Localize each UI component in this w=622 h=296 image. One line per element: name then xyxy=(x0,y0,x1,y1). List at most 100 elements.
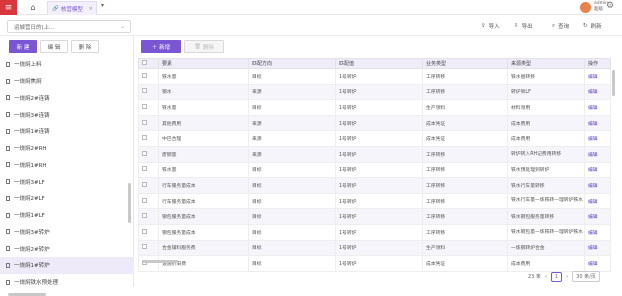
table-row[interactable]: 钢包服务量成本 目标 1号转炉 工序转移 铁水钢包服务量转移 编辑 xyxy=(138,208,611,225)
tree-item[interactable]: 一烧焖2#连铸 xyxy=(0,90,134,107)
table-scrollbar[interactable] xyxy=(612,70,615,96)
row-checkbox[interactable] xyxy=(142,150,147,156)
table-row[interactable]: 行车服务量成本 目标 1号转炉 工序转移 铁水行车量转移 编辑 xyxy=(138,177,611,194)
query-button[interactable]: ⌕ 查询 xyxy=(552,20,569,32)
refresh-label: 刷新 xyxy=(590,24,602,30)
table-cell: 成本费用 xyxy=(507,255,585,272)
row-edit-link[interactable]: 编辑 xyxy=(584,239,611,257)
table-row[interactable]: 铁水量 目标 1号转炉 工序转移 铁水预处理到转炉 编辑 xyxy=(138,161,611,179)
table-cell: 钢包服务量成本 xyxy=(158,208,249,225)
refresh-button[interactable]: ↻ 刷新 xyxy=(583,20,602,32)
table-row[interactable]: 行车服务量成本 目标 1号转炉 工序转移 铁水行车量—炼铁转—理转炉铁水 编辑 xyxy=(138,192,611,210)
scrollbar[interactable] xyxy=(128,183,131,223)
column-header[interactable]: 匹配方向 xyxy=(248,58,336,69)
table-cell: 目标 xyxy=(248,255,336,272)
table-row[interactable]: 中巴合理 来源 1号转炉 成本凭证 成本费用 编辑 xyxy=(138,130,611,147)
home-icon[interactable]: ⌂ xyxy=(27,2,39,13)
table-row[interactable]: 钢包服务量成本 目标 1号转炉 工序转移 铁水钢包量—炼铁转—理转炉铁水 编辑 xyxy=(138,223,611,241)
next-page-button[interactable]: › xyxy=(566,274,568,280)
edit-button[interactable]: 编 辑 xyxy=(40,40,68,53)
select-all-checkbox[interactable] xyxy=(142,60,147,65)
table-row[interactable]: 废钢量 来源 1号转炉 工序转移 转炉转入RH记费用转移 编辑 xyxy=(138,145,611,163)
row-edit-link[interactable]: 编辑 xyxy=(584,177,611,194)
row-checkbox[interactable] xyxy=(142,119,147,125)
table-cell: 来源 xyxy=(248,130,336,147)
table-cell: 目标 xyxy=(248,208,336,225)
row-edit-link[interactable]: 编辑 xyxy=(584,83,611,101)
table-cell: 生产领料 xyxy=(422,239,508,257)
tree-item[interactable]: 一烧焖3#连铸 xyxy=(0,106,134,123)
row-edit-link[interactable]: 编辑 xyxy=(584,223,611,241)
gear-icon[interactable]: ⚙ xyxy=(606,1,614,11)
tree-item[interactable]: 一烧焖2#LF xyxy=(0,190,134,207)
import-button[interactable]: ⇪ 导入 xyxy=(481,20,500,32)
column-header[interactable]: 来源类型 xyxy=(507,58,585,69)
row-edit-link[interactable]: 编辑 xyxy=(584,145,611,163)
table-cell: 目标 xyxy=(248,192,336,210)
row-edit-link[interactable]: 编辑 xyxy=(584,208,611,225)
tree-item[interactable]: 一烧焖1#连铸 xyxy=(0,123,134,140)
tree-item[interactable]: 一烧焖2#转炉 xyxy=(0,240,134,257)
table-row[interactable]: 其他费用 来源 1号转炉 成本凭证 成本费用 编辑 xyxy=(138,114,611,132)
close-icon[interactable]: × xyxy=(88,6,93,12)
table-row[interactable]: 设施折旧费 目标 1号转炉 成本凭证 成本费用 编辑 xyxy=(138,255,611,272)
tree-item-label: 一烧焖1#连铸 xyxy=(14,129,50,136)
row-checkbox[interactable] xyxy=(142,88,147,94)
table-horizontal-scrollbar[interactable] xyxy=(142,260,178,263)
table-row[interactable]: 合金辅料服务费 目标 1号转炉 生产领料 一炼钢转炉合金 编辑 xyxy=(138,239,611,257)
hamburger-icon[interactable]: ≡ xyxy=(0,0,17,15)
column-header[interactable]: 要素 xyxy=(158,58,249,69)
factory-select[interactable]: 运城营日的(上... ⌄ xyxy=(7,20,131,33)
row-checkbox[interactable] xyxy=(142,181,147,187)
table-row[interactable]: 铁水量 目标 1号转炉 生产领料 材料领用 编辑 xyxy=(138,99,611,116)
row-checkbox[interactable] xyxy=(142,103,147,109)
tree-item[interactable]: 一烧焖2#RH xyxy=(0,140,134,157)
row-edit-link[interactable]: 编辑 xyxy=(584,192,611,210)
tab-dropdown-icon[interactable]: ▾ xyxy=(101,2,104,9)
tree-item-label: 一烧焖1#LF xyxy=(14,213,45,220)
prev-page-button[interactable]: ‹ xyxy=(545,274,547,280)
row-checkbox[interactable] xyxy=(142,244,147,250)
tree-item[interactable]: 一烧焖1#RH xyxy=(0,157,134,174)
remove-button[interactable]: 🗑 删除 xyxy=(184,40,224,53)
row-edit-link[interactable]: 编辑 xyxy=(584,130,611,147)
tree-item-label: 一烧焖1#RH xyxy=(14,162,47,169)
row-edit-link[interactable]: 编辑 xyxy=(584,99,611,116)
tab-active[interactable]: 🔗 核营模型 × xyxy=(47,1,97,15)
avatar[interactable] xyxy=(580,2,591,13)
delete-button[interactable]: 删 除 xyxy=(71,40,99,53)
table-cell: 其他费用 xyxy=(158,114,249,132)
row-checkbox[interactable] xyxy=(142,72,147,78)
table-cell: 转炉到LF xyxy=(507,83,585,101)
row-edit-link[interactable]: 编辑 xyxy=(584,161,611,179)
tree-item-label: 一烧焖3#转炉 xyxy=(14,229,50,236)
column-header[interactable]: 匹配值 xyxy=(335,58,423,69)
page-1-button[interactable]: 1 xyxy=(550,271,563,282)
column-header[interactable]: 操作 xyxy=(584,58,611,69)
page-size-select[interactable]: 30 条/页 xyxy=(572,271,600,282)
row-checkbox[interactable] xyxy=(142,135,147,141)
table-cell: 铁水预处理到转炉 xyxy=(507,161,585,179)
table-row[interactable]: 钢水 来源 1号转炉 工序转移 转炉到LF 编辑 xyxy=(138,83,611,101)
row-edit-link[interactable]: 编辑 xyxy=(584,255,611,272)
tree-item[interactable]: 一烧焖铁水预处理 xyxy=(0,274,134,291)
tree-item[interactable]: 一烧焖1#转炉 xyxy=(0,257,134,274)
add-button[interactable]: ＋ 新增 xyxy=(141,40,181,53)
tree-item[interactable]: 一烧焖3#LF xyxy=(0,173,134,190)
table-row[interactable]: 铁水量 目标 1号转炉 工序转移 铁水替转移 编辑 xyxy=(138,68,611,85)
tree-item[interactable]: 一烧焖上料 xyxy=(0,56,134,73)
tree-item-label: 一烧焖1#转炉 xyxy=(14,263,50,270)
row-edit-link[interactable]: 编辑 xyxy=(584,68,611,85)
row-edit-link[interactable]: 编辑 xyxy=(584,114,611,132)
export-button[interactable]: ⇩ 导出 xyxy=(514,20,533,32)
row-checkbox[interactable] xyxy=(142,213,147,219)
column-header[interactable]: 业务类型 xyxy=(422,58,508,69)
tree-item[interactable]: 一烧焖1#LF xyxy=(0,207,134,224)
row-checkbox[interactable] xyxy=(142,197,147,203)
row-checkbox[interactable] xyxy=(142,166,147,172)
tree-item[interactable]: 一烧焖3#转炉 xyxy=(0,224,134,241)
row-checkbox[interactable] xyxy=(142,228,147,234)
tree-item[interactable]: 一烧焖焦焖 xyxy=(0,73,134,90)
new-button[interactable]: 新 建 xyxy=(9,40,37,53)
table-cell: 铁水行车量转移 xyxy=(507,177,585,194)
